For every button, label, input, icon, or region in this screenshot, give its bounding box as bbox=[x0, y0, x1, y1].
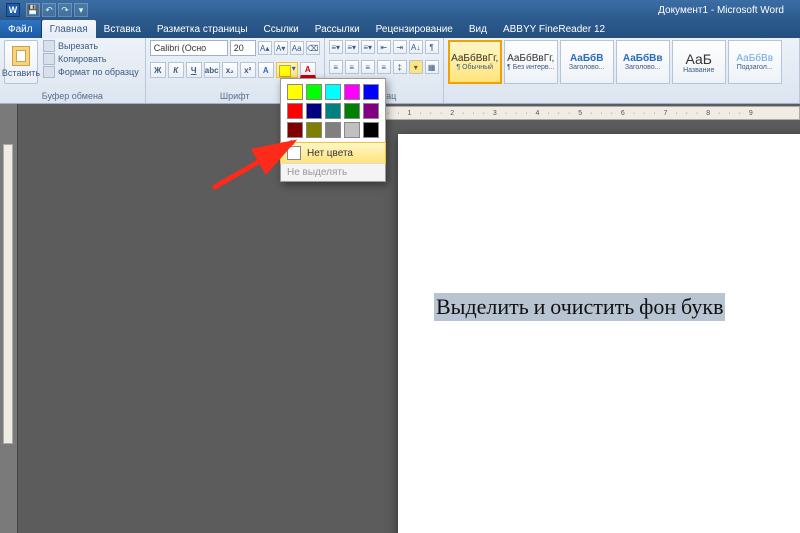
group-clipboard: Вставить Вырезать Копировать Формат по о… bbox=[0, 38, 146, 103]
copy-button[interactable]: Копировать bbox=[41, 53, 141, 65]
style-heading1[interactable]: АаБбВЗаголово... bbox=[560, 40, 614, 84]
tab-home[interactable]: Главная bbox=[42, 20, 96, 38]
increase-indent-button[interactable]: ⇥ bbox=[393, 40, 407, 54]
swatch-darkyellow[interactable] bbox=[306, 122, 322, 138]
swatch-violet[interactable] bbox=[363, 103, 379, 119]
swatch-turquoise[interactable] bbox=[325, 84, 341, 100]
style-normal[interactable]: АаБбВвГг,¶ Обычный bbox=[448, 40, 502, 84]
no-color-item[interactable]: Нет цвета bbox=[280, 142, 386, 164]
style-heading2[interactable]: АаБбВвЗаголово... bbox=[616, 40, 670, 84]
page[interactable]: Выделить и очистить фон букв bbox=[398, 134, 800, 533]
grow-font-button[interactable]: A▴ bbox=[258, 41, 272, 55]
word-app-icon: W bbox=[6, 3, 20, 17]
shading-button[interactable]: ▾ bbox=[409, 60, 423, 74]
style-subtitle[interactable]: АаБбВвПодзагол... bbox=[728, 40, 782, 84]
cut-button[interactable]: Вырезать bbox=[41, 40, 141, 52]
app-name: Microsoft Word bbox=[717, 5, 784, 16]
stop-highlighting-label: Не выделять bbox=[287, 167, 347, 178]
swatch-pink[interactable] bbox=[344, 84, 360, 100]
quick-access-toolbar: 💾 ↶ ↷ ▾ bbox=[26, 3, 88, 17]
bold-button[interactable]: Ж bbox=[150, 62, 166, 78]
highlight-color-dropdown: Нет цвета Не выделять bbox=[280, 78, 386, 182]
group-clipboard-label: Буфер обмена bbox=[4, 90, 141, 103]
copy-icon bbox=[43, 53, 55, 65]
ribbon: Вставить Вырезать Копировать Формат по о… bbox=[0, 38, 800, 104]
swatch-green[interactable] bbox=[344, 103, 360, 119]
swatch-red[interactable] bbox=[287, 103, 303, 119]
borders-button[interactable]: ▦ bbox=[425, 60, 439, 74]
swatch-blue[interactable] bbox=[363, 84, 379, 100]
align-center-button[interactable]: ≡ bbox=[345, 60, 359, 74]
selected-text[interactable]: Выделить и очистить фон букв bbox=[434, 293, 725, 321]
tab-mailings[interactable]: Рассылки bbox=[307, 20, 368, 38]
multilevel-button[interactable]: ≡▾ bbox=[361, 40, 375, 54]
font-name-combo[interactable]: Calibri (Осно bbox=[150, 40, 228, 56]
qat-more-icon[interactable]: ▾ bbox=[74, 3, 88, 17]
subscript-button[interactable]: x₂ bbox=[222, 62, 238, 78]
undo-icon[interactable]: ↶ bbox=[42, 3, 56, 17]
tab-page-layout[interactable]: Разметка страницы bbox=[149, 20, 256, 38]
tab-abbyy[interactable]: ABBYY FineReader 12 bbox=[495, 20, 613, 38]
group-styles: АаБбВвГг,¶ Обычный АаБбВвГг,¶ Без интерв… bbox=[444, 38, 800, 103]
line-spacing-button[interactable]: ‡ bbox=[393, 60, 407, 74]
swatch-yellow[interactable] bbox=[287, 84, 303, 100]
tab-review[interactable]: Рецензирование bbox=[368, 20, 461, 38]
save-icon[interactable]: 💾 bbox=[26, 3, 40, 17]
tab-file[interactable]: Файл bbox=[0, 20, 42, 38]
paste-label: Вставить bbox=[2, 68, 40, 78]
justify-button[interactable]: ≡ bbox=[377, 60, 391, 74]
tab-view[interactable]: Вид bbox=[461, 20, 495, 38]
swatch-gray25[interactable] bbox=[344, 122, 360, 138]
color-swatches bbox=[281, 79, 385, 143]
swatch-black[interactable] bbox=[363, 122, 379, 138]
vertical-ruler bbox=[0, 104, 18, 533]
no-color-icon bbox=[287, 146, 301, 160]
stop-highlighting-item[interactable]: Не выделять bbox=[281, 163, 385, 181]
cut-icon bbox=[43, 40, 55, 52]
swatch-darkred[interactable] bbox=[287, 122, 303, 138]
superscript-button[interactable]: x² bbox=[240, 62, 256, 78]
shrink-font-button[interactable]: A▾ bbox=[274, 41, 288, 55]
format-painter-icon bbox=[43, 66, 55, 78]
bullets-button[interactable]: ≡▾ bbox=[329, 40, 343, 54]
swatch-darkblue[interactable] bbox=[306, 103, 322, 119]
italic-button[interactable]: К bbox=[168, 62, 184, 78]
swatch-teal[interactable] bbox=[325, 103, 341, 119]
style-title[interactable]: АаБНазвание bbox=[672, 40, 726, 84]
window-title: Документ1 - Microsoft Word bbox=[658, 5, 784, 16]
change-case-button[interactable]: Aa bbox=[290, 41, 304, 55]
align-left-button[interactable]: ≡ bbox=[329, 60, 343, 74]
font-color-button[interactable]: A bbox=[300, 62, 316, 78]
numbering-button[interactable]: ≡▾ bbox=[345, 40, 359, 54]
style-no-spacing[interactable]: АаБбВвГг,¶ Без интерв... bbox=[504, 40, 558, 84]
clipboard-stack: Вырезать Копировать Формат по образцу bbox=[41, 40, 141, 78]
text-effects-button[interactable]: A bbox=[258, 62, 274, 78]
ribbon-tabs: Файл Главная Вставка Разметка страницы С… bbox=[0, 20, 800, 38]
highlight-color-button[interactable] bbox=[276, 62, 298, 78]
horizontal-ruler: · · 1 · · · 2 · · · 3 · · · 4 · · · 5 · … bbox=[378, 106, 800, 120]
clear-formatting-button[interactable]: ⌫ bbox=[306, 41, 320, 55]
show-marks-button[interactable]: ¶ bbox=[425, 40, 439, 54]
format-painter-button[interactable]: Формат по образцу bbox=[41, 66, 141, 78]
align-right-button[interactable]: ≡ bbox=[361, 60, 375, 74]
underline-button[interactable]: Ч bbox=[186, 62, 202, 78]
tab-references[interactable]: Ссылки bbox=[256, 20, 307, 38]
document-area[interactable]: · · 1 · · · 2 · · · 3 · · · 4 · · · 5 · … bbox=[18, 104, 800, 533]
paste-icon bbox=[12, 46, 30, 66]
swatch-gray50[interactable] bbox=[325, 122, 341, 138]
sort-button[interactable]: A↓ bbox=[409, 40, 423, 54]
swatch-brightgreen[interactable] bbox=[306, 84, 322, 100]
title-bar: W 💾 ↶ ↷ ▾ Документ1 - Microsoft Word bbox=[0, 0, 800, 20]
paste-button[interactable]: Вставить bbox=[4, 40, 38, 84]
tab-insert[interactable]: Вставка bbox=[96, 20, 149, 38]
no-color-label: Нет цвета bbox=[307, 148, 353, 159]
strikethrough-button[interactable]: abc bbox=[204, 62, 220, 78]
document-name: Документ1 bbox=[658, 5, 708, 16]
decrease-indent-button[interactable]: ⇤ bbox=[377, 40, 391, 54]
workspace: · · 1 · · · 2 · · · 3 · · · 4 · · · 5 · … bbox=[0, 104, 800, 533]
redo-icon[interactable]: ↷ bbox=[58, 3, 72, 17]
font-size-combo[interactable]: 20 bbox=[230, 40, 256, 56]
